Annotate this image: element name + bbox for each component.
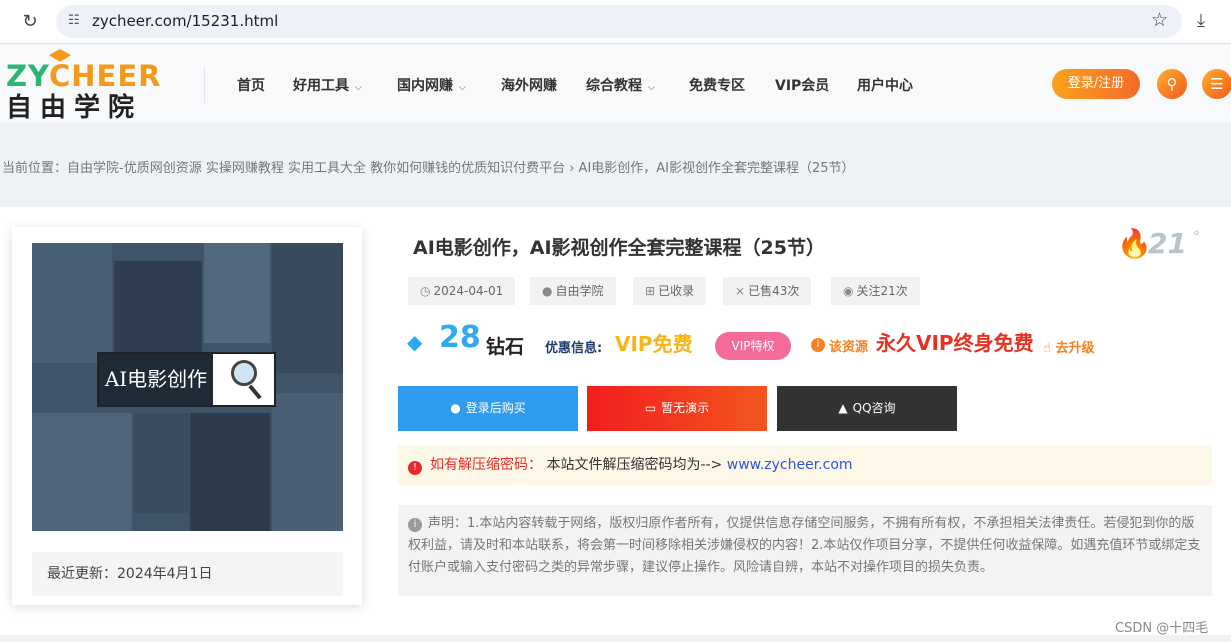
info-icon: i (811, 338, 825, 352)
price-row: ◆ 28 钻石 优惠信息: VIP免费 VIP特权 i 该资源 永久VIP终身免… (407, 320, 1207, 362)
cover-tile (190, 413, 270, 531)
browser-toolbar: ↻ ☷ zycheer.com/15231.html ☆ ⤓ (0, 0, 1231, 44)
site-info-icon[interactable]: ☷ (68, 13, 80, 28)
cover-tile (272, 243, 343, 373)
windows-icon: ⊞ (645, 284, 656, 298)
cover-tile (134, 413, 189, 513)
chevron-down-icon: ⌵ (648, 83, 655, 93)
upgrade-link[interactable]: ☝ 去升级 (1043, 337, 1094, 356)
disclaimer-text: 声明：1.本站内容转载于网络，版权归原作者所有，仅提供信息存储空间服务，不拥有所… (408, 516, 1201, 575)
monitor-icon: ▭ (644, 401, 657, 415)
watermark: CSDN @十四毛 (1115, 621, 1209, 636)
login-to-buy-button[interactable]: ● 登录后购买 (398, 386, 578, 431)
nav-item-overseas[interactable]: 海外网赚 (501, 75, 586, 95)
magnifier-icon (231, 360, 257, 386)
lifetime-vip-text: 永久VIP终身免费 (876, 331, 1034, 355)
last-updated: 最近更新：2024年4月1日 (32, 552, 343, 596)
login-register-button[interactable]: 登录/注册 (1052, 69, 1140, 99)
download-icon[interactable]: ⤓ (1197, 10, 1205, 31)
nav-item-free[interactable]: 免费专区 (689, 75, 775, 95)
price-unit: 钻石 (486, 336, 525, 358)
breadcrumb: 当前位置：自由学院-优质网创资源 实操网赚教程 实用工具大全 教你如何赚钱的优质… (2, 161, 855, 176)
cover-tile (204, 243, 270, 343)
cover-tile (272, 393, 343, 531)
nav-item-user-center[interactable]: 用户中心 (857, 75, 927, 95)
hot-count: 21 (1148, 227, 1187, 260)
resource-label: 该资源 (829, 340, 869, 355)
cover-tile (32, 413, 132, 531)
promo-label: 优惠信息: (545, 341, 603, 356)
fire-icon: 🔥 (1117, 227, 1152, 260)
cover-title-card: AI电影创作 (97, 352, 276, 407)
qq-icon: ▲ (838, 401, 848, 415)
product-thumb-panel: AI电影创作 最近更新：2024年4月1日 (12, 227, 362, 605)
eye-icon: ◉ (843, 284, 854, 298)
main-nav: 首页 好用工具 ⌵ 国内网赚 ⌵ 海外网赚 综合教程 ⌵ 免费专区 VIP会员 用户中… (237, 75, 927, 95)
user-icon: ● (542, 284, 553, 298)
site-header: ZYCHEER 自由学院 首页 好用工具 ⌵ 国内网赚 ⌵ 海外网赚 综合教程 ⌵ 免… (0, 45, 1231, 123)
nav-item-tutorials[interactable]: 综合教程 ⌵ (586, 75, 689, 95)
user-icon: ● (450, 401, 461, 415)
cart-icon: ⨯ (735, 284, 746, 298)
vip-badge[interactable]: VIP特权 (715, 332, 791, 360)
alert-icon: ! (408, 461, 422, 475)
password-label: 如有解压缩密码： (430, 457, 542, 473)
star-icon[interactable]: ☆ (1151, 9, 1168, 31)
price-value: 28 (439, 320, 481, 355)
password-link[interactable]: www.zycheer.com (727, 457, 853, 473)
chevron-down-icon: ⌵ (355, 83, 362, 93)
vip-free-text: VIP免费 (615, 332, 693, 356)
hot-degree: ° (1193, 229, 1200, 245)
meta-date: ◷ 2024-04-01 (408, 277, 516, 305)
meta-author[interactable]: ● 自由学院 (530, 277, 616, 305)
password-notice: ! 如有解压缩密码： 本站文件解压缩密码均为--> www.zycheer.com (398, 445, 1212, 485)
meta-indexed: ⊞ 已收录 (633, 277, 707, 305)
reload-icon[interactable]: ↻ (20, 12, 40, 32)
search-icon[interactable]: ⚲ (1157, 69, 1187, 99)
chevron-down-icon: ⌵ (459, 83, 466, 93)
meta-sold: ⨯ 已售43次 (723, 277, 812, 305)
password-text: 本站文件解压缩密码均为--> (546, 457, 723, 473)
cover-title: AI电影创作 (99, 354, 213, 405)
product-card: AI电影创作 最近更新：2024年4月1日 AI电影创作，AI影视创作全套完整课… (0, 207, 1231, 635)
logo-subtitle[interactable]: 自由学院 (6, 87, 142, 124)
header-divider (204, 67, 205, 103)
magnifier-handle (248, 384, 262, 400)
clock-icon: ◷ (420, 284, 431, 298)
info-icon: i (408, 518, 422, 532)
nav-item-home[interactable]: 首页 (237, 75, 293, 95)
address-bar[interactable]: ☷ zycheer.com/15231.html ☆ (56, 5, 1182, 38)
thumbs-up-icon: ☝ (1043, 341, 1056, 356)
nav-item-domestic[interactable]: 国内网赚 ⌵ (397, 75, 501, 95)
nav-item-tools[interactable]: 好用工具 ⌵ (293, 75, 397, 95)
no-demo-button[interactable]: ▭ 暂无演示 (587, 386, 767, 431)
disclaimer: i 声明：1.本站内容转载于网络，版权归原作者所有，仅提供信息存储空间服务，不拥有… (398, 505, 1212, 596)
qq-consult-button[interactable]: ▲ QQ咨询 (777, 386, 957, 431)
meta-followers: ◉ 关注21次 (831, 277, 920, 305)
cover-tile (32, 243, 112, 363)
menu-icon[interactable]: ☰ (1202, 69, 1231, 99)
nav-item-vip[interactable]: VIP会员 (775, 75, 857, 95)
url-text[interactable]: zycheer.com/15231.html (92, 12, 278, 30)
product-cover-image[interactable]: AI电影创作 (32, 243, 343, 531)
diamond-icon: ◆ (407, 330, 423, 354)
page-title: AI电影创作，AI影视创作全套完整课程（25节） (413, 237, 825, 259)
